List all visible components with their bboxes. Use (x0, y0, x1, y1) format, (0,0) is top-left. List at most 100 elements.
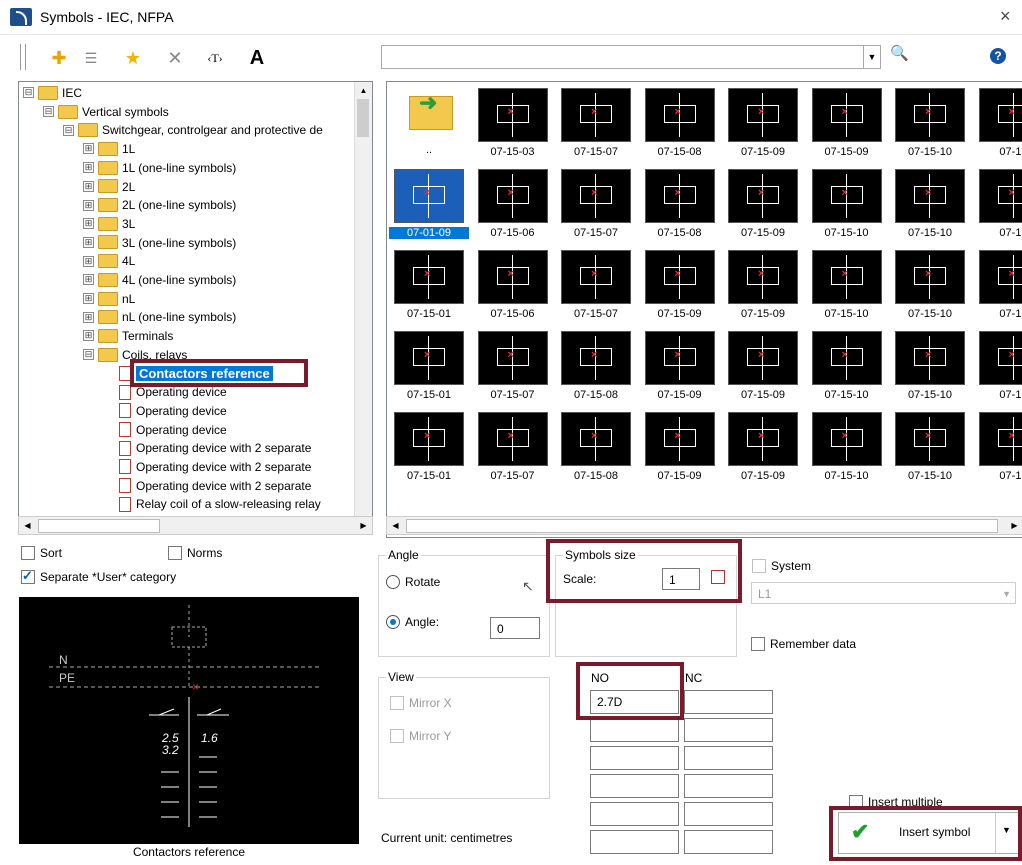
no-input[interactable] (590, 802, 679, 826)
scroll-up-icon[interactable]: ▲ (355, 82, 372, 99)
search-combo[interactable]: ▼ (381, 45, 881, 69)
symbol-tile[interactable]: × 07-15-07 (556, 169, 636, 245)
symbol-tile[interactable]: × 07-15-01 (389, 250, 469, 326)
tree-folder-item[interactable]: ⊞ nL (one-line symbols) (83, 308, 236, 326)
expand-icon[interactable]: ⊞ (83, 199, 94, 211)
symbol-tile[interactable]: × 07-15-09 (723, 250, 803, 326)
scroll-right-icon[interactable]: ▶ (1006, 517, 1022, 534)
symbol-tile[interactable]: × 07-15-09 (723, 412, 803, 488)
rotate-radio[interactable]: Rotate (386, 574, 440, 590)
expand-icon[interactable]: ⊞ (83, 330, 94, 342)
symbol-tile[interactable]: × 07-15 (974, 331, 1022, 407)
symbol-tile[interactable]: × 07-15-10 (807, 169, 887, 245)
symbol-tile[interactable]: × 07-15-06 (473, 250, 553, 326)
symbol-tile[interactable]: ➜.. (389, 88, 469, 164)
nc-input[interactable] (684, 690, 773, 714)
symbol-tile[interactable]: × 07-15-10 (890, 169, 970, 245)
symbol-tile[interactable]: × 07-15-10 (890, 250, 970, 326)
system-checkbox[interactable]: System (752, 558, 811, 574)
angle-input[interactable]: 0 (490, 617, 540, 639)
favorite-star-icon[interactable]: ★ (120, 46, 146, 70)
nc-input[interactable] (684, 802, 773, 826)
mirror-x-check-icon[interactable] (390, 695, 404, 710)
mirror-y-check-icon[interactable] (390, 728, 404, 743)
symbol-tile[interactable]: × 07-15-10 (807, 250, 887, 326)
chevron-down-icon[interactable]: ▼ (863, 46, 880, 68)
tree-folder-item[interactable]: ⊞ 3L (one-line symbols) (83, 234, 236, 252)
tree-folder-item[interactable]: ⊞ 3L (83, 215, 135, 233)
symbol-tile[interactable]: × 07-15-08 (556, 412, 636, 488)
expand-icon[interactable]: ⊞ (83, 274, 94, 286)
nc-input[interactable] (684, 718, 773, 742)
symbol-tile[interactable]: × 07-15-07 (556, 250, 636, 326)
text-tag-icon[interactable]: ‹T› (202, 46, 228, 70)
angle-radio-icon[interactable] (386, 614, 400, 629)
remember-data-checkbox[interactable]: Remember data (751, 636, 856, 652)
symbol-tile[interactable]: × 07-15 (974, 250, 1022, 326)
expand-icon[interactable]: ⊞ (83, 236, 94, 248)
symbol-tile[interactable]: × 07-15-09 (723, 169, 803, 245)
tree-folder-item[interactable]: ⊞ 1L (83, 140, 135, 158)
expand-icon[interactable]: ⊞ (83, 311, 94, 323)
tree-folder-item[interactable]: ⊞ 2L (83, 178, 135, 196)
symbol-tile[interactable]: × 07-15-01 (389, 331, 469, 407)
angle-radio[interactable]: Angle: (386, 614, 439, 630)
symbol-tile[interactable]: × 07-15 (974, 169, 1022, 245)
symbol-tile[interactable]: × 07-15-09 (723, 331, 803, 407)
tree-symbol-item[interactable]: Operating device (119, 402, 227, 420)
symbol-tile[interactable]: × 07-15-07 (556, 88, 636, 164)
symbol-grid[interactable]: ➜.. × 07-15-03 × 07-15-07 × 07-15-08 × 07-15-09 ×… (386, 81, 1022, 538)
symbol-tile[interactable]: × 07-15-08 (556, 331, 636, 407)
symbol-tile[interactable]: × 07-15-06 (473, 169, 553, 245)
tree-folder-item[interactable]: ⊟ IEC (23, 84, 82, 102)
grid-horizontal-scrollbar[interactable]: ◀ ▶ (386, 516, 1022, 535)
collapse-icon[interactable]: ⊟ (23, 87, 34, 99)
collapse-icon[interactable]: ⊟ (83, 349, 94, 361)
nc-input[interactable] (684, 746, 773, 770)
norms-check-icon[interactable] (168, 545, 182, 560)
mirror-x-checkbox[interactable]: Mirror X (390, 695, 452, 711)
tree-symbol-item[interactable]: Operating device with 2 separate (119, 439, 311, 457)
symbol-tile[interactable]: × 07-15-10 (890, 412, 970, 488)
symbol-tile[interactable]: × 07-15-01 (389, 412, 469, 488)
separate-user-checkbox[interactable]: Separate *User* category (21, 568, 176, 585)
sort-check-icon[interactable] (21, 545, 35, 560)
symbol-tile[interactable]: × 07-15-10 (807, 331, 887, 407)
no-input[interactable] (590, 774, 679, 798)
collapse-icon[interactable]: ⊟ (43, 106, 54, 118)
expand-icon[interactable]: ⊞ (83, 293, 94, 305)
tree-folder-item[interactable]: ⊞ 2L (one-line symbols) (83, 196, 236, 214)
close-icon[interactable]: × (1000, 6, 1011, 27)
system-check-icon[interactable] (752, 558, 766, 573)
add-icon[interactable]: ✚ (46, 46, 72, 70)
tree-folder-item[interactable]: ⊞ Terminals (83, 327, 173, 345)
tree-folder-item[interactable]: ⊟ Vertical symbols (43, 103, 169, 121)
toolbar-grip[interactable] (20, 44, 26, 70)
separate-check-icon[interactable] (21, 568, 35, 584)
scroll-right-icon[interactable]: ▶ (355, 517, 372, 534)
tree-folder-item[interactable]: ⊞ nL (83, 290, 135, 308)
list-icon[interactable]: ☰ (78, 46, 104, 70)
tree-symbol-item[interactable]: Operating device (119, 421, 227, 439)
nc-input[interactable] (684, 774, 773, 798)
tree-symbol-item[interactable]: Relay coil of a slow-releasing relay (119, 495, 321, 513)
nc-input[interactable] (684, 830, 773, 854)
no-input[interactable] (590, 718, 679, 742)
help-icon[interactable]: ? (990, 48, 1006, 64)
grid-hscroll-thumb[interactable] (406, 519, 998, 533)
remember-check-icon[interactable] (751, 636, 765, 651)
no-input[interactable] (590, 746, 679, 770)
tree-vertical-scrollbar[interactable]: ▲ ▼ (354, 82, 372, 533)
search-icon[interactable]: 🔍 (890, 44, 909, 62)
scroll-left-icon[interactable]: ◀ (19, 517, 36, 534)
tree-horizontal-scrollbar[interactable]: ◀ ▶ (18, 516, 373, 535)
symbol-tile[interactable]: × 07-15-09 (723, 88, 803, 164)
tree-folder-item[interactable]: ⊟ Switchgear, controlgear and protective … (63, 121, 323, 139)
symbol-tile[interactable]: × 07-15-09 (807, 88, 887, 164)
symbol-tile[interactable]: × 07-15-03 (473, 88, 553, 164)
no-input[interactable] (590, 830, 679, 854)
tree-symbol-item[interactable]: Operating device with 2 separate (119, 477, 311, 495)
symbol-tile[interactable]: × 07-15-09 (640, 331, 720, 407)
tree-hscroll-thumb[interactable] (38, 519, 160, 533)
sort-checkbox[interactable]: Sort (21, 545, 62, 561)
